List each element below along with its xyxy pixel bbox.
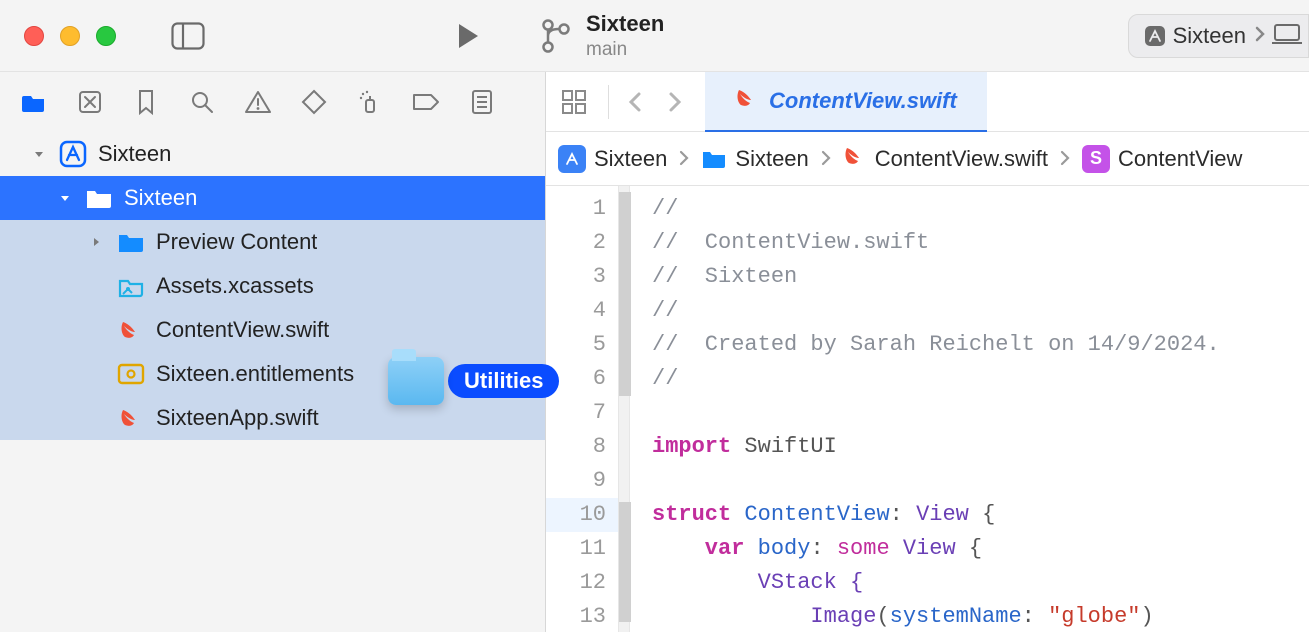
run-button[interactable] xyxy=(448,16,488,56)
folder-icon xyxy=(701,148,727,170)
app-icon xyxy=(558,145,586,173)
breakpoint-icon xyxy=(412,92,440,112)
app-icon xyxy=(1143,24,1167,48)
bookmarks-navigator-tab[interactable] xyxy=(124,80,168,124)
chevron-right-icon xyxy=(1054,146,1076,172)
fullscreen-window-button[interactable] xyxy=(96,26,116,46)
play-icon xyxy=(456,22,480,50)
struct-icon: S xyxy=(1082,145,1110,173)
tree-group-label: Sixteen xyxy=(124,185,197,211)
navigator-panel: Sixteen Sixteen Preview Content xyxy=(0,72,546,632)
editor-file-tab[interactable]: ContentView.swift xyxy=(705,72,987,132)
tree-project-root[interactable]: Sixteen xyxy=(0,132,545,176)
project-name-label[interactable]: Sixteen xyxy=(586,11,664,37)
grid-icon xyxy=(561,89,587,115)
tree-item-label: Sixteen.entitlements xyxy=(156,361,354,387)
folder-fill-icon xyxy=(21,89,47,115)
folder-icon xyxy=(116,230,146,254)
nav-back-button[interactable] xyxy=(615,90,655,114)
project-tree[interactable]: Sixteen Sixteen Preview Content xyxy=(0,132,545,440)
jumpbar-segment-project[interactable]: Sixteen xyxy=(558,145,667,173)
breakpoints-navigator-tab[interactable] xyxy=(404,80,448,124)
sidebar-left-icon xyxy=(171,22,205,50)
swift-file-icon xyxy=(843,145,867,173)
source-editor[interactable]: 1 2 3 4 5 6 7 8 9 10 11 12 13 // // Cont… xyxy=(546,186,1309,632)
window-controls xyxy=(24,26,116,46)
editor-tab-bar: ContentView.swift xyxy=(546,72,1309,132)
search-icon xyxy=(190,90,214,114)
editor-area: ContentView.swift Sixteen Sixteen Conten… xyxy=(546,72,1309,632)
jumpbar-segment-folder[interactable]: Sixteen xyxy=(701,146,808,172)
tree-root-label: Sixteen xyxy=(98,141,171,167)
folder-icon xyxy=(84,186,114,210)
swift-file-icon xyxy=(116,406,146,430)
tree-item-label: Preview Content xyxy=(156,229,317,255)
debug-navigator-tab[interactable] xyxy=(348,80,392,124)
list-icon xyxy=(471,89,493,115)
tree-item-label: Assets.xcassets xyxy=(156,273,314,299)
branch-label[interactable]: main xyxy=(586,39,664,61)
tree-group-folder[interactable]: Sixteen xyxy=(0,176,545,220)
jumpbar-segment-symbol[interactable]: S ContentView xyxy=(1082,145,1242,173)
entitlements-icon xyxy=(116,363,146,385)
disclosure-triangle-icon[interactable] xyxy=(30,147,48,161)
line-number-gutter: 1 2 3 4 5 6 7 8 9 10 11 12 13 xyxy=(546,186,618,632)
tree-item-label: ContentView.swift xyxy=(156,317,329,343)
project-title-area: Sixteen main xyxy=(540,11,664,61)
spray-icon xyxy=(358,90,382,114)
project-icon xyxy=(58,140,88,168)
chevron-right-icon xyxy=(667,90,683,114)
tree-item-assets[interactable]: Assets.xcassets xyxy=(0,264,545,308)
tree-item-appfile[interactable]: SixteenApp.swift xyxy=(0,396,545,440)
source-control-navigator-tab[interactable] xyxy=(68,80,112,124)
issues-navigator-tab[interactable] xyxy=(236,80,280,124)
fold-ribbon[interactable] xyxy=(618,186,630,632)
tree-item-label: SixteenApp.swift xyxy=(156,405,319,431)
reports-navigator-tab[interactable] xyxy=(460,80,504,124)
run-destination-icon xyxy=(1272,23,1302,50)
warning-icon xyxy=(245,90,271,114)
chevron-right-icon xyxy=(815,146,837,172)
jumpbar-segment-file[interactable]: ContentView.swift xyxy=(843,145,1048,173)
swift-file-icon xyxy=(116,318,146,342)
navigator-tab-bar xyxy=(0,72,545,132)
nav-forward-button[interactable] xyxy=(655,90,695,114)
editor-tab-label: ContentView.swift xyxy=(769,88,957,114)
tests-navigator-tab[interactable] xyxy=(292,80,336,124)
close-window-button[interactable] xyxy=(24,26,44,46)
chevron-right-icon xyxy=(1254,25,1266,48)
disclosure-triangle-icon[interactable] xyxy=(86,235,106,249)
branch-icon xyxy=(540,17,570,55)
minimize-window-button[interactable] xyxy=(60,26,80,46)
code-text[interactable]: // // ContentView.swift // Sixteen // //… xyxy=(630,186,1309,632)
assets-icon xyxy=(116,274,146,298)
toggle-navigator-button[interactable] xyxy=(168,16,208,56)
chevron-right-icon xyxy=(673,146,695,172)
separator xyxy=(608,85,609,119)
chevron-left-icon xyxy=(627,90,643,114)
diamond-icon xyxy=(301,89,327,115)
disclosure-triangle-icon[interactable] xyxy=(56,191,74,205)
find-navigator-tab[interactable] xyxy=(180,80,224,124)
swift-file-icon xyxy=(735,87,759,115)
bookmark-icon xyxy=(136,89,156,115)
scheme-selector[interactable]: Sixteen xyxy=(1128,14,1309,58)
related-items-button[interactable] xyxy=(546,72,602,132)
square-x-icon xyxy=(78,90,102,114)
tree-item-entitlements[interactable]: Sixteen.entitlements xyxy=(0,352,545,396)
tree-item-preview-content[interactable]: Preview Content xyxy=(0,220,545,264)
tree-item-contentview[interactable]: ContentView.swift xyxy=(0,308,545,352)
project-navigator-tab[interactable] xyxy=(12,80,56,124)
scheme-label: Sixteen xyxy=(1173,23,1246,49)
window-titlebar: Sixteen main Sixteen xyxy=(0,0,1309,72)
jump-bar[interactable]: Sixteen Sixteen ContentView.swift S Cont… xyxy=(546,132,1309,186)
